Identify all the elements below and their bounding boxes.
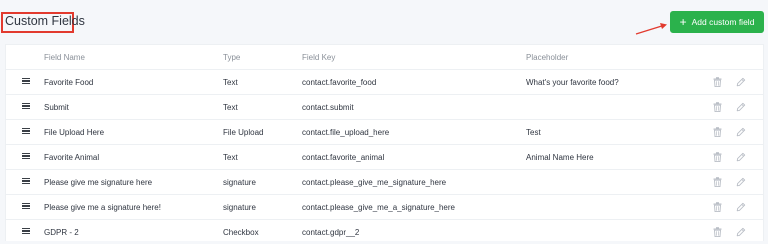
field-type-cell: signature	[223, 178, 256, 187]
drag-handle-icon[interactable]	[22, 103, 30, 111]
pencil-icon[interactable]	[736, 77, 746, 87]
table-header: Field Name Type Field Key Placeholder	[6, 45, 763, 69]
field-type-cell: Checkbox	[223, 228, 259, 237]
column-header-field-name: Field Name	[44, 53, 85, 62]
field-name-cell: File Upload Here	[44, 128, 105, 137]
column-header-placeholder: Placeholder	[526, 53, 569, 62]
trash-icon[interactable]	[713, 102, 722, 112]
field-name-cell: GDPR - 2	[44, 228, 79, 237]
pencil-icon[interactable]	[736, 152, 746, 162]
table-row: GDPR - 2 Checkbox contact.gdpr__2	[6, 219, 763, 244]
pencil-icon[interactable]	[736, 127, 746, 137]
drag-handle-icon[interactable]	[22, 153, 30, 161]
field-key-cell: contact.please_give_me_signature_here	[302, 178, 447, 187]
trash-icon[interactable]	[713, 202, 722, 212]
pencil-icon[interactable]	[736, 227, 746, 237]
field-name-cell: Favorite Animal	[44, 153, 100, 162]
field-key-cell: contact.gdpr__2	[302, 228, 360, 237]
field-type-cell: Text	[223, 78, 238, 87]
drag-handle-icon[interactable]	[22, 178, 30, 186]
trash-icon[interactable]	[713, 227, 722, 237]
field-name-cell: Favorite Food	[44, 78, 94, 87]
table-row: File Upload Here File Upload contact.file_…	[6, 119, 763, 144]
field-key-cell: contact.favorite_food	[302, 78, 377, 87]
table-row: Favorite Food Text contact.favorite_food Wh…	[6, 69, 763, 94]
table-row: Submit Text contact.submit	[6, 94, 763, 119]
field-key-cell: contact.file_upload_here	[302, 128, 390, 137]
pencil-icon[interactable]	[736, 102, 746, 112]
trash-icon[interactable]	[713, 177, 722, 187]
drag-handle-icon[interactable]	[22, 203, 30, 211]
add-custom-field-button[interactable]: + Add custom field	[670, 11, 764, 33]
field-key-cell: contact.favorite_animal	[302, 153, 385, 162]
trash-icon[interactable]	[713, 77, 722, 87]
placeholder-cell: What's your favorite food?	[526, 78, 619, 87]
plus-icon: +	[679, 15, 687, 29]
drag-handle-icon[interactable]	[22, 128, 30, 136]
column-header-field-key: Field Key	[302, 53, 336, 62]
table-row: Favorite Animal Text contact.favorite_anim…	[6, 144, 763, 169]
pointer-arrow-icon	[635, 23, 667, 35]
column-header-type: Type	[223, 53, 241, 62]
placeholder-cell: Animal Name Here	[526, 153, 594, 162]
field-type-cell: File Upload	[223, 128, 264, 137]
pencil-icon[interactable]	[736, 202, 746, 212]
trash-icon[interactable]	[713, 152, 722, 162]
field-name-cell: Please give me a signature here!	[44, 203, 161, 212]
field-key-cell: contact.please_give_me_a_signature_here	[302, 203, 455, 212]
trash-icon[interactable]	[713, 127, 722, 137]
field-type-cell: Text	[223, 153, 238, 162]
field-type-cell: Text	[223, 103, 238, 112]
table-row: Please give me a signature here! signatur…	[6, 194, 763, 219]
drag-handle-icon[interactable]	[22, 228, 30, 236]
page-title: Custom Fields	[5, 14, 85, 28]
field-key-cell: contact.submit	[302, 103, 354, 112]
field-name-cell: Please give me signature here	[44, 178, 153, 187]
placeholder-cell: Test	[526, 128, 541, 137]
field-type-cell: signature	[223, 203, 256, 212]
add-custom-field-label: Add custom field	[691, 17, 755, 27]
drag-handle-icon[interactable]	[22, 78, 30, 86]
field-name-cell: Submit	[44, 103, 69, 112]
table-row: Please give me signature here signature co…	[6, 169, 763, 194]
pencil-icon[interactable]	[736, 177, 746, 187]
custom-fields-table: Field Name Type Field Key Placeholder Fa…	[5, 44, 764, 241]
